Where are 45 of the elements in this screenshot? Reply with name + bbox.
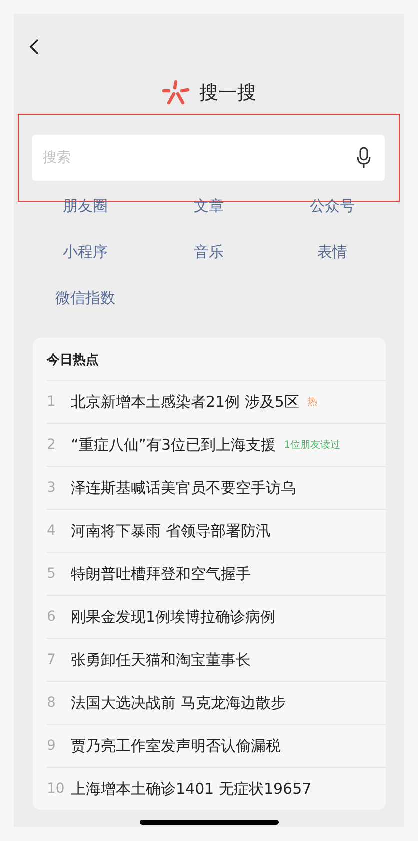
- back-icon[interactable]: [28, 38, 40, 56]
- rank-number: 1: [47, 394, 57, 410]
- rank-number: 6: [47, 609, 57, 625]
- search-field[interactable]: 搜索: [32, 135, 385, 181]
- rank-number: 9: [47, 738, 57, 754]
- headline-text: 泽连斯基喊话美官员不要空手访乌: [71, 478, 296, 498]
- headline-text: 张勇卸任天猫和淘宝董事长: [71, 650, 251, 670]
- hot-list-item[interactable]: 3 泽连斯基喊话美官员不要空手访乌: [47, 466, 386, 509]
- tag-label: 热: [307, 396, 318, 409]
- category-link[interactable]: 音乐: [194, 242, 224, 262]
- logo-icon: [162, 80, 190, 106]
- page-title: 搜一搜: [200, 81, 256, 106]
- category-link[interactable]: 小程序: [63, 242, 108, 262]
- category-link[interactable]: 朋友圈: [63, 196, 108, 216]
- hot-list-item[interactable]: 4 河南将下暴雨 省领导部署防汛: [47, 509, 386, 552]
- hot-list-item[interactable]: 5 特朗普吐槽拜登和空气握手: [47, 552, 386, 595]
- headline-text: 法国大选决战前 马克龙海边散步: [71, 694, 286, 712]
- category-link[interactable]: 表情: [317, 242, 348, 262]
- rank-number: 3: [47, 480, 57, 496]
- category-link[interactable]: 微信指数: [56, 288, 116, 308]
- tag-label: 1位朋友读过: [284, 438, 340, 452]
- category-link[interactable]: 文章: [194, 196, 224, 216]
- category-link[interactable]: 公众号: [310, 196, 355, 216]
- hot-list-item[interactable]: 9 贾乃亮工作室发声明否认偷漏税: [47, 724, 386, 767]
- hot-list-item[interactable]: 8 法国大选决战前 马克龙海边散步: [47, 681, 386, 724]
- headline-text: 上海增本土确诊1401 无症状19657: [71, 780, 312, 798]
- headline-text: “重症八仙”有3位已到上海支援: [71, 436, 276, 454]
- hot-list-item[interactable]: 7 张勇卸任天猫和淘宝董事长: [47, 638, 386, 681]
- headline-text: 河南将下暴雨 省领导部署防汛: [71, 522, 271, 540]
- headline-text: 刚果金发现1例埃博拉确诊病例: [71, 608, 276, 626]
- microphone-icon[interactable]: [357, 147, 371, 169]
- headline-text: 贾乃亮工作室发声明否认偷漏税: [71, 736, 281, 756]
- rank-number: 2: [47, 437, 57, 453]
- hot-list-item[interactable]: 2 “重症八仙”有3位已到上海支援 1位朋友读过: [47, 423, 386, 466]
- rank-number: 10: [47, 781, 63, 797]
- section-heading: 今日热点: [47, 352, 100, 370]
- rank-number: 8: [47, 695, 57, 711]
- hot-list-item[interactable]: 6 刚果金发现1例埃博拉确诊病例: [47, 595, 386, 638]
- rank-number: 5: [47, 566, 57, 582]
- rank-number: 7: [47, 652, 57, 668]
- headline-text: 特朗普吐槽拜登和空气握手: [71, 564, 251, 584]
- hot-list-item[interactable]: 10 上海增本土确诊1401 无症状19657: [47, 767, 386, 810]
- rank-number: 4: [47, 523, 57, 539]
- hot-list-item[interactable]: 1 北京新增本土感染者21例 涉及5区 热: [47, 380, 386, 423]
- headline-text: 北京新增本土感染者21例 涉及5区: [71, 392, 300, 412]
